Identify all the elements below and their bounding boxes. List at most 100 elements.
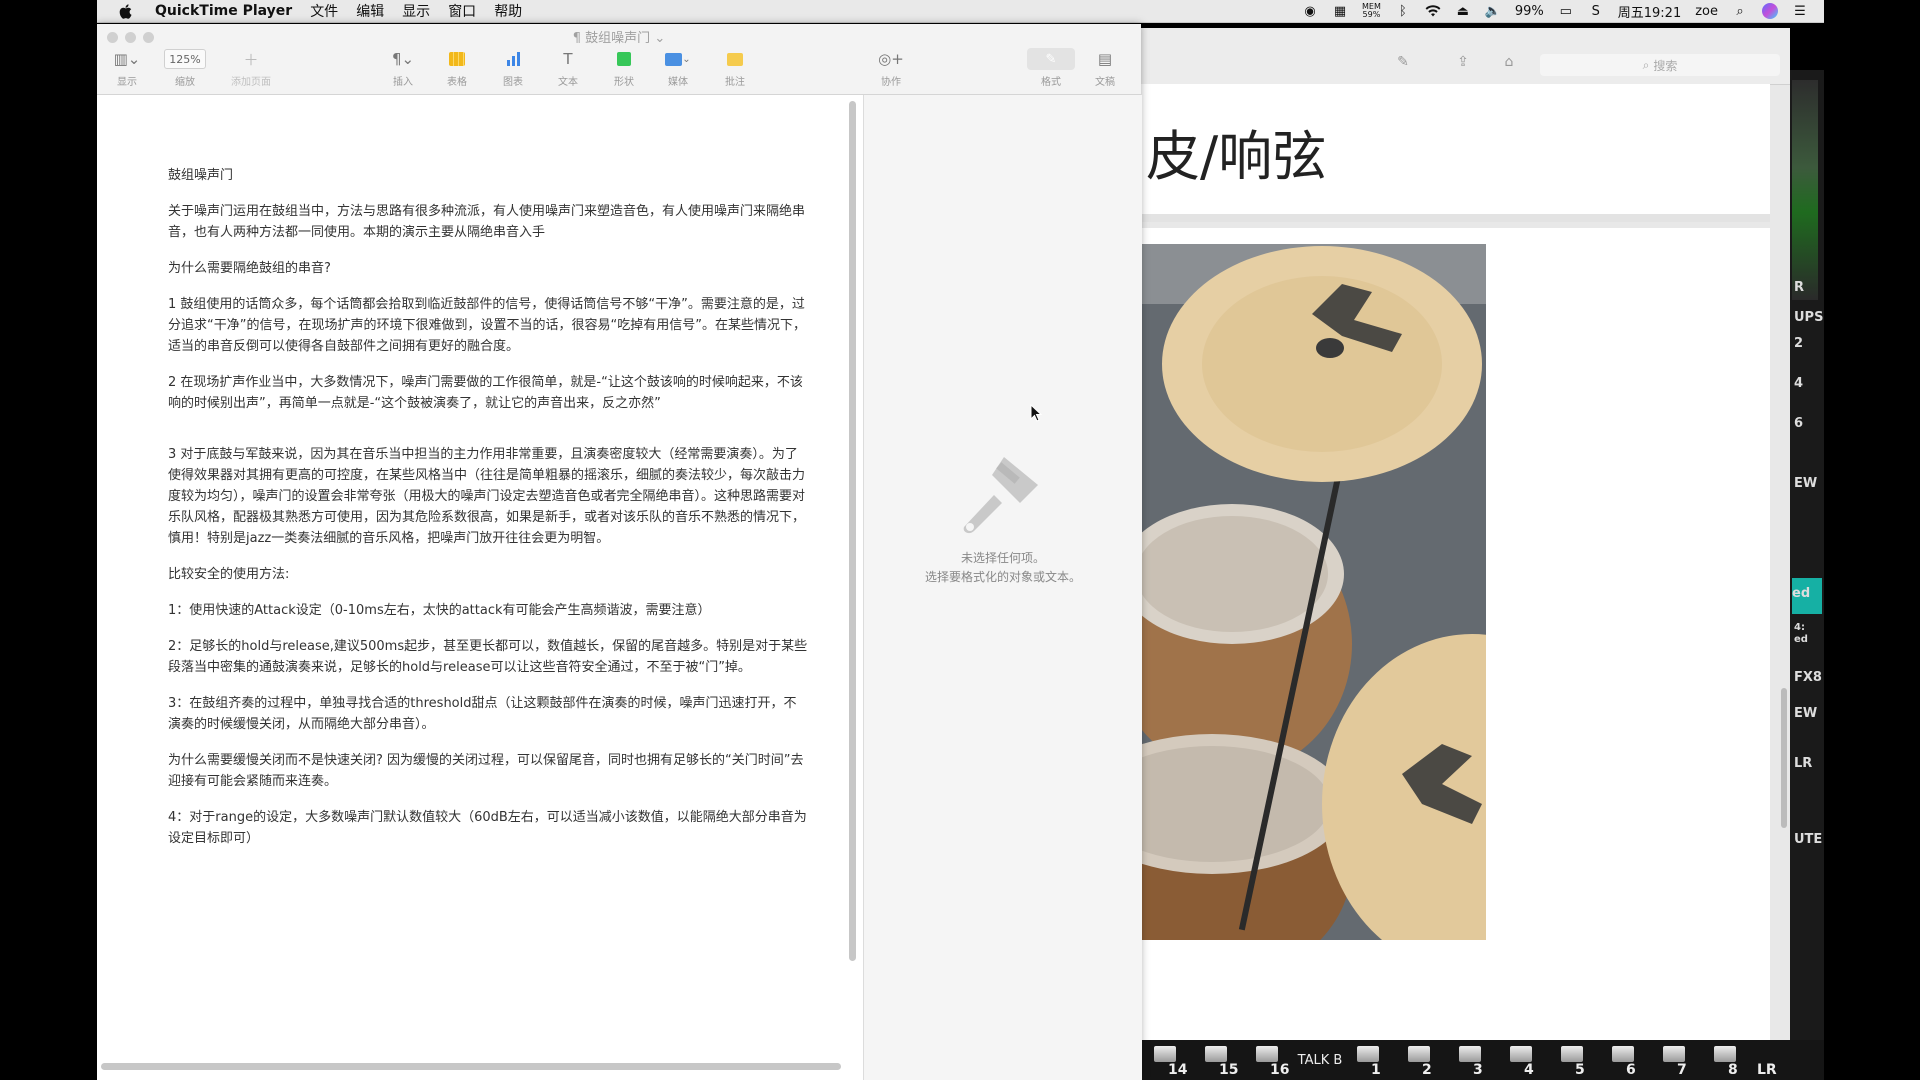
format-button[interactable]: ✎ 格式 (1027, 48, 1075, 88)
document-title[interactable]: ¶ 鼓组噪声门 ⌄ (97, 27, 1141, 46)
mixer-label: ed (1794, 634, 1808, 645)
notification-center-icon[interactable]: ☰ (1792, 4, 1808, 19)
menu-file[interactable]: 文件 (310, 1, 338, 21)
paragraph: 2 在现场扩声作业当中，大多数情况下，噪声门需要做的工作很简单，就是-“让这个鼓… (168, 375, 803, 411)
apple-menu-icon[interactable] (115, 0, 135, 22)
sync-icon[interactable]: S (1588, 4, 1604, 19)
pages-toolbar: ¶ 鼓组噪声门 ⌄ ▥⌄ 显示 125% 缩放 ＋ 添加页面 ¶⌄ 插入 表格 … (97, 24, 1141, 95)
fader-knob[interactable] (1612, 1046, 1634, 1062)
channel-strip[interactable]: 5 (1549, 1040, 1600, 1080)
chart-button[interactable]: 图表 (489, 48, 537, 88)
collaborate-button[interactable]: ◎+ 协作 (867, 48, 915, 88)
fader-knob[interactable] (1256, 1046, 1278, 1062)
paragraph: 3 对于底鼓与军鼓来说，因为其在音乐当中担当的主力作用非常重要，且演奏密度较大（… (168, 447, 806, 546)
article-header: 皮/响弦 (1130, 84, 1770, 222)
fader-knob[interactable] (1714, 1046, 1736, 1062)
document-body[interactable]: 鼓组噪声门 关于噪声门运用在鼓组当中，方法与思路有很多种流派，有人使用噪声门来塑… (168, 165, 808, 864)
shape-button[interactable]: 形状 (600, 48, 648, 88)
mixer-active-button[interactable]: ed (1792, 578, 1822, 614)
fader-knob[interactable] (1663, 1046, 1685, 1062)
menu-edit[interactable]: 编辑 (356, 1, 384, 21)
airplay-icon[interactable]: ⏏ (1455, 4, 1471, 19)
insert-button[interactable]: ¶⌄ 插入 (379, 48, 427, 88)
fader-knob[interactable] (1357, 1046, 1379, 1062)
mixer-label[interactable]: UTE (1794, 832, 1822, 847)
browser-scrollbar[interactable] (1781, 688, 1787, 828)
mixer-fader-bank: 14 15 16 TALK B 1 2 3 4 5 6 7 8 LR (1142, 1040, 1824, 1080)
paragraph: 2：足够长的hold与release,建议500ms起步，甚至更长都可以，数值越… (168, 639, 808, 675)
menu-help[interactable]: 帮助 (494, 1, 522, 21)
zoom-button[interactable]: 125% 缩放 (161, 48, 209, 88)
channel-strip[interactable]: 15 (1193, 1040, 1244, 1080)
browser-toolbar: ✎ ⇪ ⌂ ⌕ 搜索 (1130, 28, 1790, 85)
document-icon: ¶ (572, 31, 582, 46)
paintbrush-icon (963, 457, 1038, 534)
siri-icon[interactable] (1762, 3, 1778, 19)
mixer-side-strip: R UPS 2 4 6 EW ed 4: ed FX8 EW LR UTE (1790, 70, 1824, 1080)
paragraph: 4：对于range的设定，大多数噪声门默认数值较大（60dB左右，可以适当减小该… (168, 810, 807, 846)
wifi-icon[interactable] (1425, 4, 1441, 18)
add-page-button[interactable]: ＋ 添加页面 (223, 48, 279, 89)
article-heading: 皮/响弦 (1146, 125, 1327, 188)
mem-monitor[interactable]: MEM 59% (1362, 3, 1381, 19)
paragraph: 为什么需要隔绝鼓组的串音? (168, 261, 331, 276)
channel-strip[interactable]: 2 (1396, 1040, 1447, 1080)
view-button[interactable]: ▥⌄ 显示 (103, 48, 151, 88)
channel-strip[interactable]: 14 (1142, 1040, 1193, 1080)
menu-window[interactable]: 窗口 (448, 1, 476, 21)
vertical-scrollbar[interactable] (849, 101, 856, 961)
menu-view[interactable]: 显示 (402, 1, 430, 21)
battery-icon[interactable]: ▭ (1558, 4, 1574, 19)
mixer-label[interactable]: LR (1794, 756, 1812, 771)
channel-strip[interactable]: 16 (1244, 1040, 1295, 1080)
channel-strip[interactable]: 6 (1600, 1040, 1651, 1080)
channel-strip[interactable]: 3 (1447, 1040, 1498, 1080)
fader-knob[interactable] (1408, 1046, 1430, 1062)
spotlight-search-icon[interactable]: ⌕ (1732, 4, 1748, 19)
mouse-cursor-icon (1030, 404, 1042, 422)
search-icon: ⌕ (1642, 57, 1650, 72)
chevron-down-icon: ⌄ (654, 31, 666, 46)
talkback-button[interactable]: TALK B (1295, 1040, 1345, 1080)
mixer-label[interactable]: EW (1794, 476, 1817, 491)
share-icon[interactable]: ⇪ (1452, 54, 1474, 76)
table-button[interactable]: 表格 (433, 48, 481, 88)
channel-strip[interactable]: 1 (1345, 1040, 1396, 1080)
fader-knob[interactable] (1205, 1046, 1227, 1062)
pen-icon[interactable]: ✎ (1392, 54, 1414, 76)
fader-knob[interactable] (1561, 1046, 1583, 1062)
volume-icon[interactable]: 🔈 (1485, 4, 1501, 19)
paragraph: 关于噪声门运用在鼓组当中，方法与思路有很多种流派，有人使用噪声门来塑造音色，有人… (168, 204, 806, 240)
record-icon[interactable]: ◉ (1302, 4, 1318, 19)
channel-strip[interactable]: 8 (1702, 1040, 1753, 1080)
browser-search-field[interactable]: ⌕ 搜索 (1540, 54, 1780, 76)
text-icon: T (563, 50, 573, 68)
comment-button[interactable]: 批注 (711, 48, 759, 88)
toolbox-icon[interactable]: ⌂ (1498, 54, 1520, 76)
mixer-label[interactable]: EW (1794, 706, 1817, 721)
collaborate-icon: ◎+ (878, 50, 904, 68)
document-panel-icon: ▤ (1097, 50, 1113, 68)
user-menu[interactable]: zoe (1695, 4, 1718, 19)
document-canvas[interactable]: 鼓组噪声门 关于噪声门运用在鼓组当中，方法与思路有很多种流派，有人使用噪声门来塑… (97, 95, 863, 1080)
media-button[interactable]: ⌄ 媒体 (654, 48, 702, 88)
channel-strip[interactable]: 7 (1651, 1040, 1702, 1080)
mem-monitor-icon[interactable]: ▦ (1332, 4, 1348, 19)
text-button[interactable]: T 文本 (544, 48, 592, 88)
paragraph: 比较安全的使用方法: (168, 567, 290, 582)
horizontal-scrollbar[interactable] (101, 1063, 841, 1070)
mixer-label[interactable]: FX8 (1794, 670, 1822, 685)
document-button[interactable]: ▤ 文稿 (1081, 48, 1129, 88)
bluetooth-icon[interactable]: ᛒ (1395, 4, 1411, 19)
fader-knob[interactable] (1510, 1046, 1532, 1062)
channel-strip[interactable]: 4 (1498, 1040, 1549, 1080)
battery-percent[interactable]: 99% (1515, 4, 1544, 19)
fader-knob[interactable] (1154, 1046, 1176, 1062)
pages-window: ¶ 鼓组噪声门 ⌄ ▥⌄ 显示 125% 缩放 ＋ 添加页面 ¶⌄ 插入 表格 … (97, 24, 1142, 1080)
fader-knob[interactable] (1459, 1046, 1481, 1062)
mixer-label: UPS (1794, 310, 1824, 325)
status-area: ◉ ▦ MEM 59% ᛒ ⏏ 🔈 99% ▭ S 周五19:21 zoe ⌕ ☰ (1302, 2, 1824, 21)
app-menu[interactable]: QuickTime Player (155, 3, 292, 19)
mixer-label: R (1794, 280, 1805, 295)
clock[interactable]: 周五19:21 (1618, 2, 1681, 21)
